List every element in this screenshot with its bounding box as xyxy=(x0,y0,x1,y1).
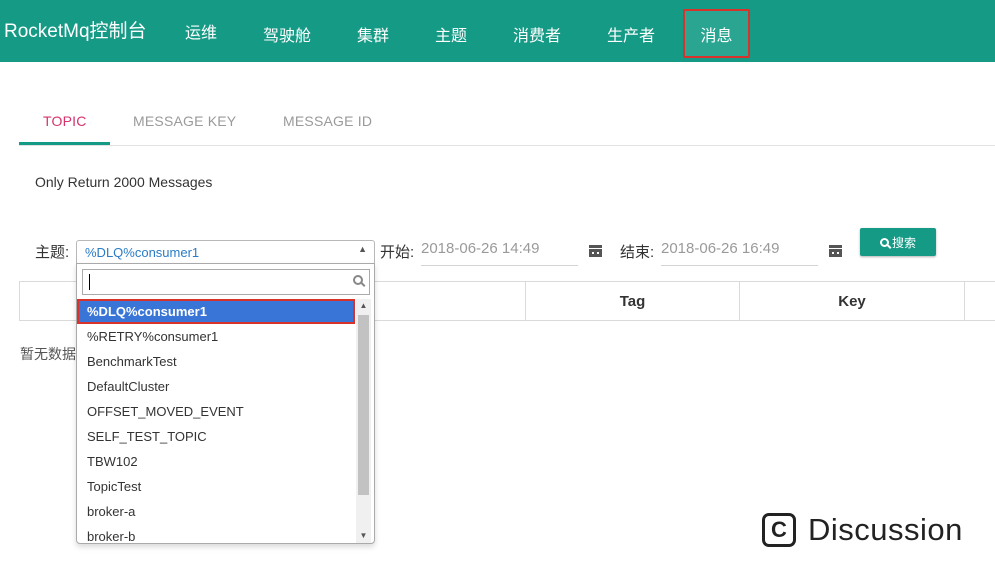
topic-select-value: %DLQ%consumer1 xyxy=(85,245,200,260)
column-header-key: Key xyxy=(740,282,965,320)
dropdown-option[interactable]: TBW102 xyxy=(77,449,355,474)
nav-item-consumer[interactable]: 消费者 xyxy=(513,22,561,46)
scroll-up-icon[interactable]: ▲ xyxy=(356,299,371,313)
brand-title[interactable]: RocketMq控制台 xyxy=(4,16,147,43)
search-icon xyxy=(353,275,363,285)
tab-topic[interactable]: TOPIC xyxy=(43,113,87,129)
scrollbar-thumb[interactable] xyxy=(358,315,369,495)
active-tab-indicator xyxy=(19,142,110,145)
dropdown-option[interactable]: TopicTest xyxy=(77,474,355,499)
result-limit-notice: Only Return 2000 Messages xyxy=(35,174,213,190)
discussion-logo-icon: C xyxy=(762,513,796,547)
caret-up-icon: ▲ xyxy=(358,244,367,254)
nav-item-dashboard[interactable]: 驾驶舱 xyxy=(263,22,311,46)
dropdown-option[interactable]: %RETRY%consumer1 xyxy=(77,324,355,349)
nav-item-message-label: 消息 xyxy=(700,27,733,45)
nav-item-cluster[interactable]: 集群 xyxy=(357,22,389,46)
dropdown-option[interactable]: SELF_TEST_TOPIC xyxy=(77,424,355,449)
nav-item-ops[interactable]: 运维 xyxy=(185,19,217,43)
empty-table-text: 暂无数据 xyxy=(20,346,76,362)
topic-label: 主题: xyxy=(35,244,70,261)
dropdown-option[interactable]: broker-a xyxy=(77,499,355,524)
column-header-4 xyxy=(965,282,995,320)
tab-message-id[interactable]: MESSAGE ID xyxy=(283,113,372,129)
scroll-down-icon[interactable]: ▼ xyxy=(356,529,371,543)
search-button-label: 搜索 xyxy=(891,235,916,250)
nav-item-producer[interactable]: 生产者 xyxy=(607,22,655,46)
column-header-tag: Tag xyxy=(526,282,740,320)
text-cursor xyxy=(89,274,90,290)
discussion-logo-letter: C xyxy=(771,517,787,542)
dropdown-scrollbar[interactable]: ▲ ▼ xyxy=(356,299,371,543)
query-tabs: TOPIC MESSAGE KEY MESSAGE ID xyxy=(19,100,995,146)
top-navbar: RocketMq控制台 运维 驾驶舱 集群 主题 消费者 生产者 消息 xyxy=(0,0,995,62)
calendar-icon[interactable] xyxy=(589,245,602,257)
start-time-input[interactable]: 2018-06-26 14:49 xyxy=(421,236,578,266)
search-button[interactable]: 搜索 xyxy=(860,228,936,256)
calendar-icon[interactable] xyxy=(829,245,842,257)
dropdown-option[interactable]: %DLQ%consumer1 xyxy=(77,299,355,324)
start-time-label: 开始: xyxy=(380,244,415,261)
topic-dropdown: %DLQ%consumer1 %RETRY%consumer1 Benchmar… xyxy=(76,263,375,544)
discussion-watermark: C Discussion xyxy=(762,512,963,548)
nav-item-topic[interactable]: 主题 xyxy=(435,22,467,46)
dropdown-option[interactable]: OFFSET_MOVED_EVENT xyxy=(77,399,355,424)
dropdown-options: %DLQ%consumer1 %RETRY%consumer1 Benchmar… xyxy=(77,299,355,543)
tab-message-key[interactable]: MESSAGE KEY xyxy=(133,113,236,129)
end-time-label: 结束: xyxy=(620,244,655,261)
end-time-input[interactable]: 2018-06-26 16:49 xyxy=(661,236,818,266)
dropdown-option[interactable]: broker-b xyxy=(77,524,355,543)
dropdown-search-input[interactable] xyxy=(82,269,370,295)
search-icon xyxy=(879,237,889,247)
dropdown-option[interactable]: DefaultCluster xyxy=(77,374,355,399)
dropdown-option[interactable]: BenchmarkTest xyxy=(77,349,355,374)
nav-item-message[interactable]: 消息 xyxy=(683,9,750,58)
discussion-label: Discussion xyxy=(808,512,963,547)
